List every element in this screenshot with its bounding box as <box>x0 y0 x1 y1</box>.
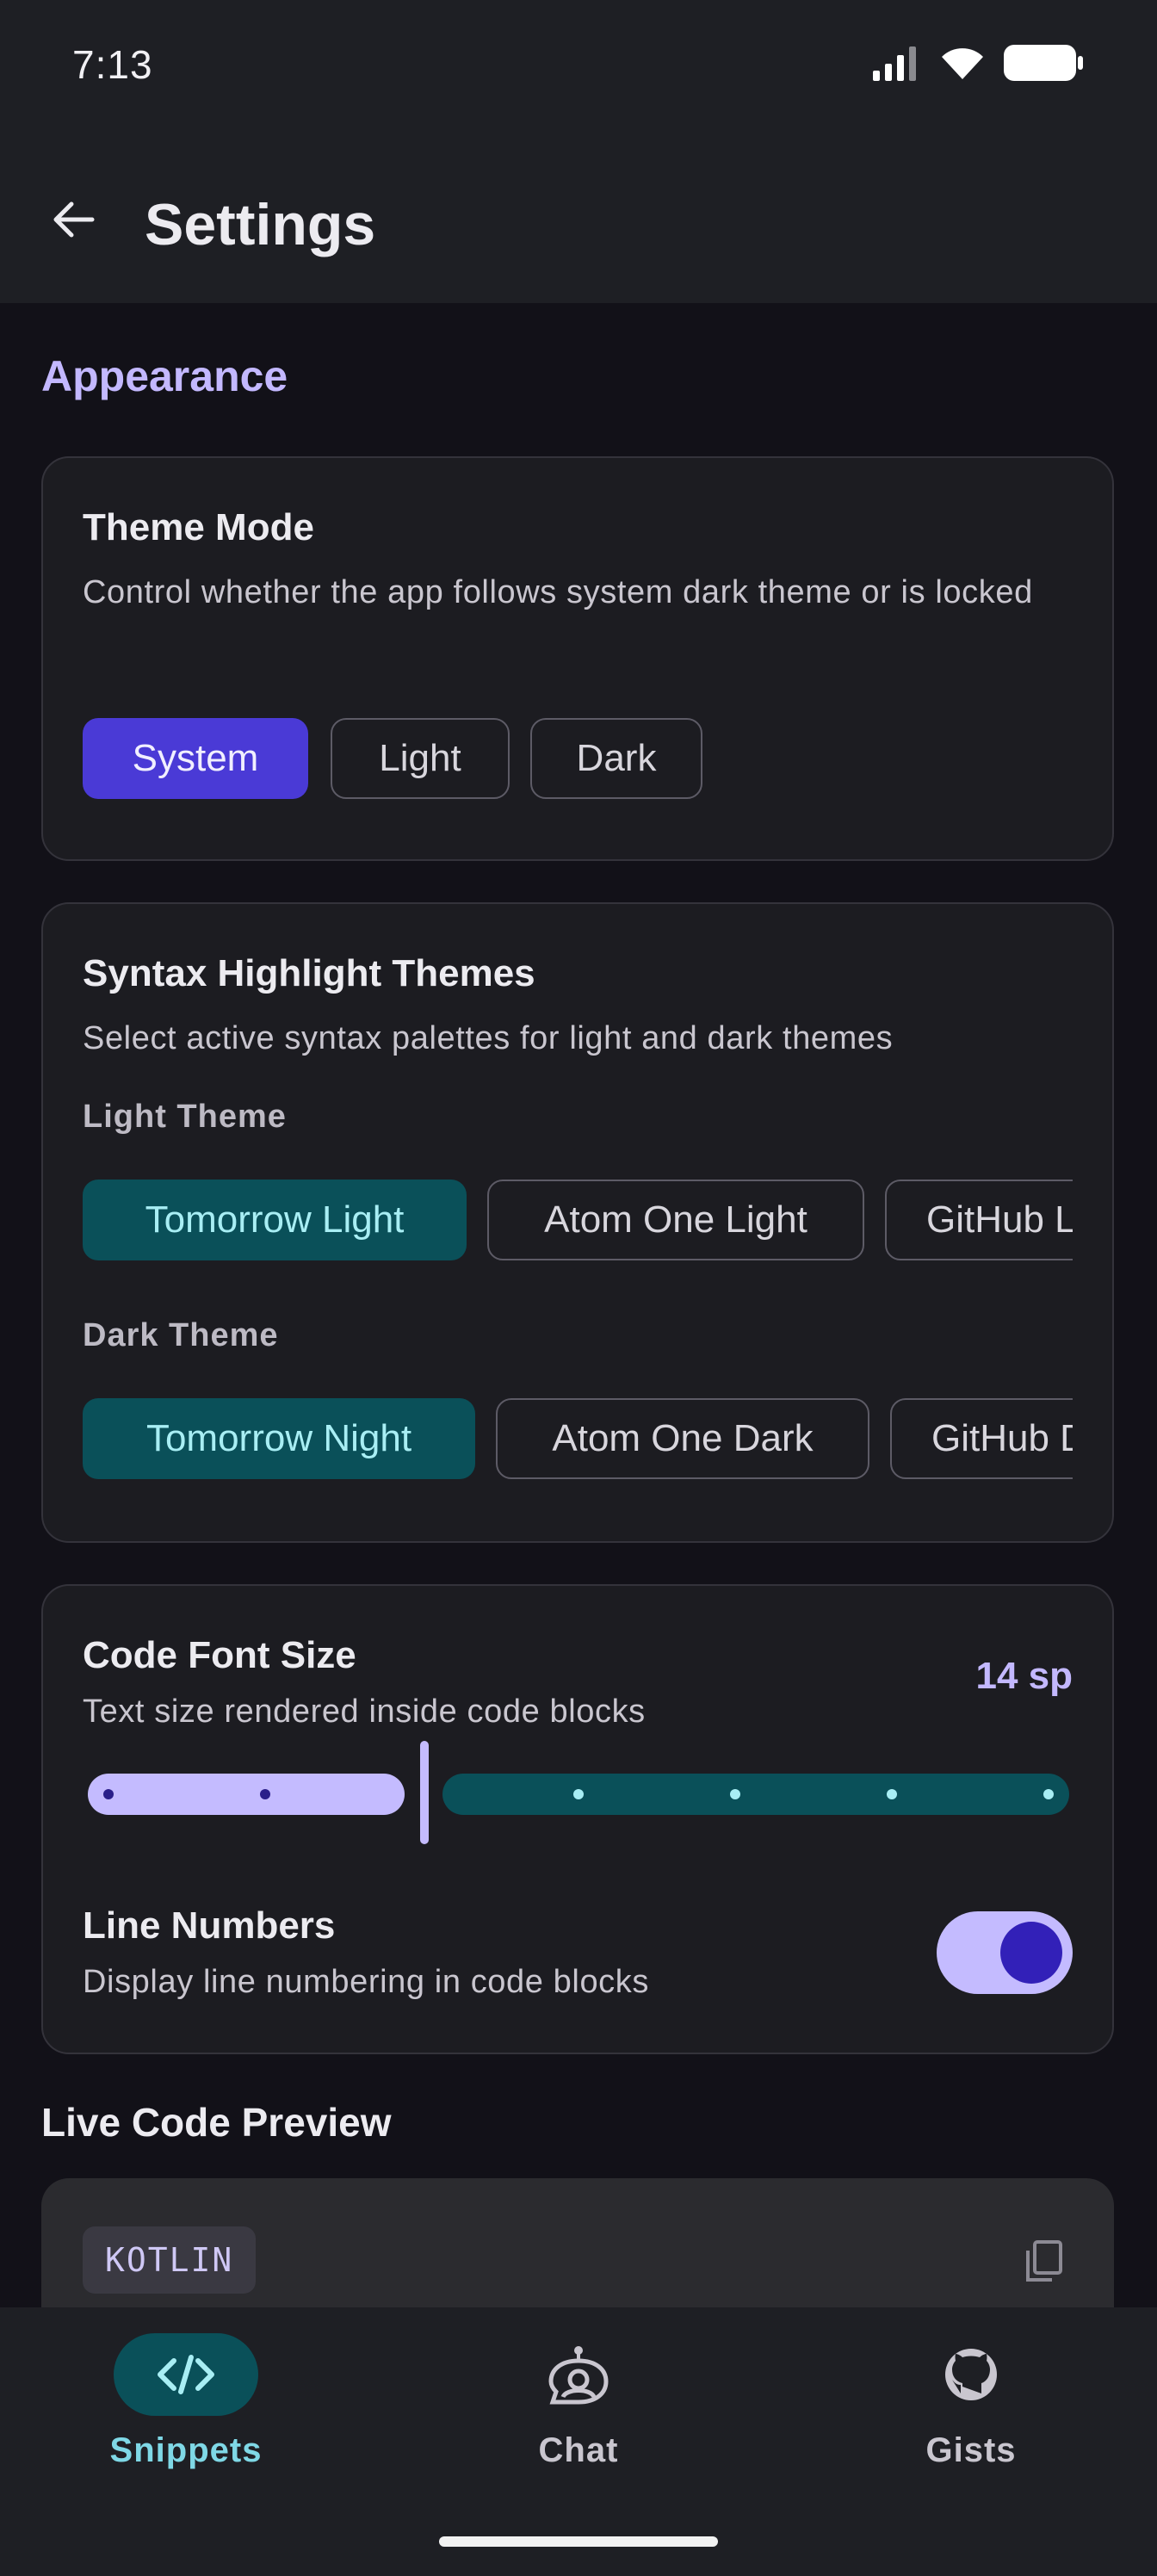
theme-mode-title: Theme Mode <box>83 506 314 548</box>
nav-label-snippets: Snippets <box>109 2431 263 2469</box>
copy-icon <box>1026 2240 1062 2282</box>
home-indicator[interactable] <box>439 2536 718 2547</box>
line-numbers-description: Display line numbering in code blocks <box>83 1964 649 2000</box>
appearance-section-title: Appearance <box>41 352 288 400</box>
theme-option-dark[interactable]: Dark <box>530 718 702 799</box>
font-size-slider[interactable] <box>88 1741 1069 1844</box>
light-theme-label: Light Theme <box>83 1099 287 1135</box>
toggle-knob <box>1000 1922 1062 1984</box>
status-time: 7:13 <box>72 42 153 87</box>
light-theme-chips: Tomorrow Light Atom One Light GitHub L <box>83 1180 1073 1266</box>
slider-thumb <box>420 1741 429 1844</box>
light-theme-option-github-light[interactable]: GitHub L <box>885 1180 1073 1260</box>
slider-tick <box>573 1789 584 1799</box>
theme-option-system[interactable]: System <box>83 718 308 799</box>
line-numbers-toggle[interactable] <box>937 1911 1073 1994</box>
slider-inactive-track <box>442 1774 1069 1815</box>
slider-active-track <box>88 1774 405 1815</box>
chat-bot-icon <box>548 2346 609 2405</box>
status-icons <box>871 43 1085 83</box>
signal-icon <box>873 46 916 81</box>
nav-item-gists[interactable]: Gists <box>842 2333 1100 2505</box>
dark-theme-option-atom-one-dark[interactable]: Atom One Dark <box>496 1398 869 1479</box>
live-code-preview-heading: Live Code Preview <box>41 2100 392 2145</box>
code-display-card: Code Font Size Text size rendered inside… <box>41 1584 1114 2054</box>
language-badge: KOTLIN <box>83 2226 257 2294</box>
light-theme-option-atom-one-light[interactable]: Atom One Light <box>487 1180 864 1260</box>
font-size-title: Code Font Size <box>83 1634 356 1676</box>
slider-tick <box>730 1789 740 1799</box>
nav-label-chat: Chat <box>538 2431 619 2469</box>
nav-label-gists: Gists <box>925 2431 1017 2469</box>
dark-theme-option-tomorrow-night[interactable]: Tomorrow Night <box>83 1398 475 1479</box>
github-icon <box>945 2349 997 2400</box>
nav-item-snippets[interactable]: Snippets <box>57 2333 315 2505</box>
dark-theme-label: Dark Theme <box>83 1317 279 1353</box>
theme-option-light[interactable]: Light <box>331 718 510 799</box>
nav-indicator <box>114 2333 258 2416</box>
syntax-themes-card: Syntax Highlight Themes Select active sy… <box>41 902 1114 1543</box>
line-numbers-title: Line Numbers <box>83 1904 336 1947</box>
back-button[interactable] <box>34 181 112 258</box>
page-title: Settings <box>145 192 376 257</box>
arrow-back-icon <box>53 201 95 238</box>
slider-tick <box>260 1789 270 1799</box>
nav-icon-container <box>899 2333 1043 2416</box>
font-size-description: Text size rendered inside code blocks <box>83 1694 646 1730</box>
light-theme-option-tomorrow-light[interactable]: Tomorrow Light <box>83 1180 467 1260</box>
syntax-themes-title: Syntax Highlight Themes <box>83 952 535 994</box>
dark-theme-option-github-dark[interactable]: GitHub D <box>890 1398 1073 1479</box>
code-icon <box>158 2355 214 2394</box>
status-bar: 7:13 <box>0 0 1157 138</box>
wifi-icon <box>942 48 983 79</box>
battery-icon <box>1004 45 1083 81</box>
slider-tick <box>1043 1789 1054 1799</box>
theme-mode-card: Theme Mode Control whether the app follo… <box>41 456 1114 861</box>
copy-button[interactable] <box>1018 2235 1069 2287</box>
slider-tick <box>103 1789 114 1799</box>
top-app-bar: Settings <box>0 138 1157 303</box>
dark-theme-chips: Tomorrow Night Atom One Dark GitHub D <box>83 1398 1073 1484</box>
font-size-value: 14 sp <box>975 1655 1073 1697</box>
slider-tick <box>887 1789 897 1799</box>
nav-icon-container <box>506 2333 651 2416</box>
syntax-themes-description: Select active syntax palettes for light … <box>83 1020 894 1056</box>
theme-mode-description: Control whether the app follows system d… <box>83 574 1033 610</box>
nav-item-chat[interactable]: Chat <box>449 2333 708 2505</box>
